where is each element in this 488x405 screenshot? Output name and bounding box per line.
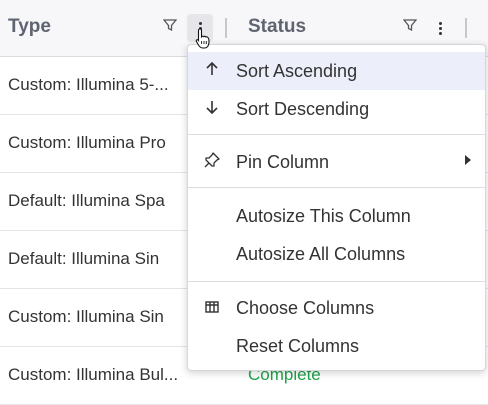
status-column-menu-button[interactable] <box>430 18 450 38</box>
autosize-this-label: Autosize This Column <box>236 206 411 226</box>
status-filter-icon[interactable] <box>400 17 420 39</box>
column-resize-handle[interactable] <box>225 18 227 38</box>
reset-columns-item[interactable]: Reset Columns <box>188 327 485 365</box>
arrow-down-icon <box>202 99 222 119</box>
pin-icon <box>202 152 222 172</box>
autosize-this-column-item[interactable]: Autosize This Column <box>188 197 485 235</box>
columns-icon <box>202 298 222 318</box>
column-menu: Sort Ascending Sort Descending Pin Colum… <box>187 44 486 371</box>
menu-divider <box>188 134 485 135</box>
autosize-all-columns-item[interactable]: Autosize All Columns <box>188 235 485 273</box>
sort-ascending-item[interactable]: Sort Ascending <box>188 52 485 90</box>
hand-pointer-icon <box>195 28 210 49</box>
choose-columns-label: Choose Columns <box>236 298 375 318</box>
sort-ascending-label: Sort Ascending <box>236 61 358 81</box>
type-column-header[interactable]: Type <box>8 16 51 38</box>
type-cell: Custom: Illumina Pro <box>8 133 166 152</box>
type-cell: Default: Illumina Sin <box>8 249 160 268</box>
column-resize-handle[interactable] <box>465 18 467 38</box>
submenu-arrow-icon <box>465 155 471 165</box>
menu-divider <box>188 281 485 282</box>
sort-descending-item[interactable]: Sort Descending <box>188 90 485 128</box>
reset-columns-label: Reset Columns <box>236 336 360 356</box>
type-cell: Custom: Illumina 5-... <box>8 75 169 94</box>
sort-descending-label: Sort Descending <box>236 99 370 119</box>
status-column-header[interactable]: Status <box>248 16 306 38</box>
menu-divider <box>188 187 485 188</box>
type-cell: Default: Illumina Spa <box>8 191 165 210</box>
autosize-all-label: Autosize All Columns <box>236 244 406 264</box>
pin-column-label: Pin Column <box>236 152 330 172</box>
type-cell: Custom: Illumina Sin <box>8 307 164 326</box>
type-filter-icon[interactable] <box>160 17 180 39</box>
type-cell: Custom: Illumina Bul... <box>8 365 179 384</box>
choose-columns-item[interactable]: Choose Columns <box>188 289 485 327</box>
pin-column-item[interactable]: Pin Column <box>188 143 485 181</box>
arrow-up-icon <box>202 61 222 81</box>
